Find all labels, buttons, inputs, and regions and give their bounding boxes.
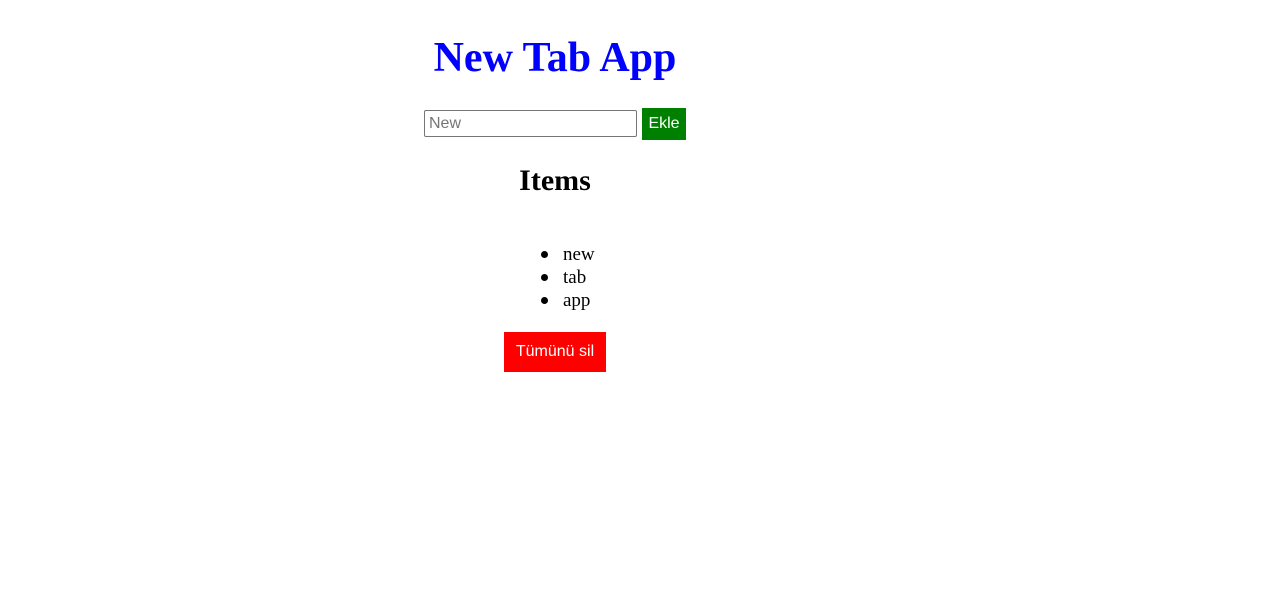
items-list: new tab app	[424, 243, 686, 312]
list-item-label: tab	[563, 267, 587, 288]
bullet-icon	[541, 297, 548, 304]
delete-all-button[interactable]: Tümünü sil	[504, 332, 606, 372]
add-item-form: Ekle	[424, 108, 686, 140]
list-item-label: new	[563, 244, 595, 265]
page-title: New Tab App	[433, 35, 677, 81]
add-button[interactable]: Ekle	[642, 108, 686, 140]
list-item: app	[424, 289, 686, 312]
list-item: tab	[424, 266, 686, 289]
list-item-label: app	[563, 290, 591, 311]
bullet-icon	[541, 274, 548, 281]
list-item: new	[424, 243, 686, 266]
items-heading: Items	[519, 164, 591, 197]
new-item-input[interactable]	[424, 110, 637, 137]
bullet-icon	[541, 251, 548, 258]
